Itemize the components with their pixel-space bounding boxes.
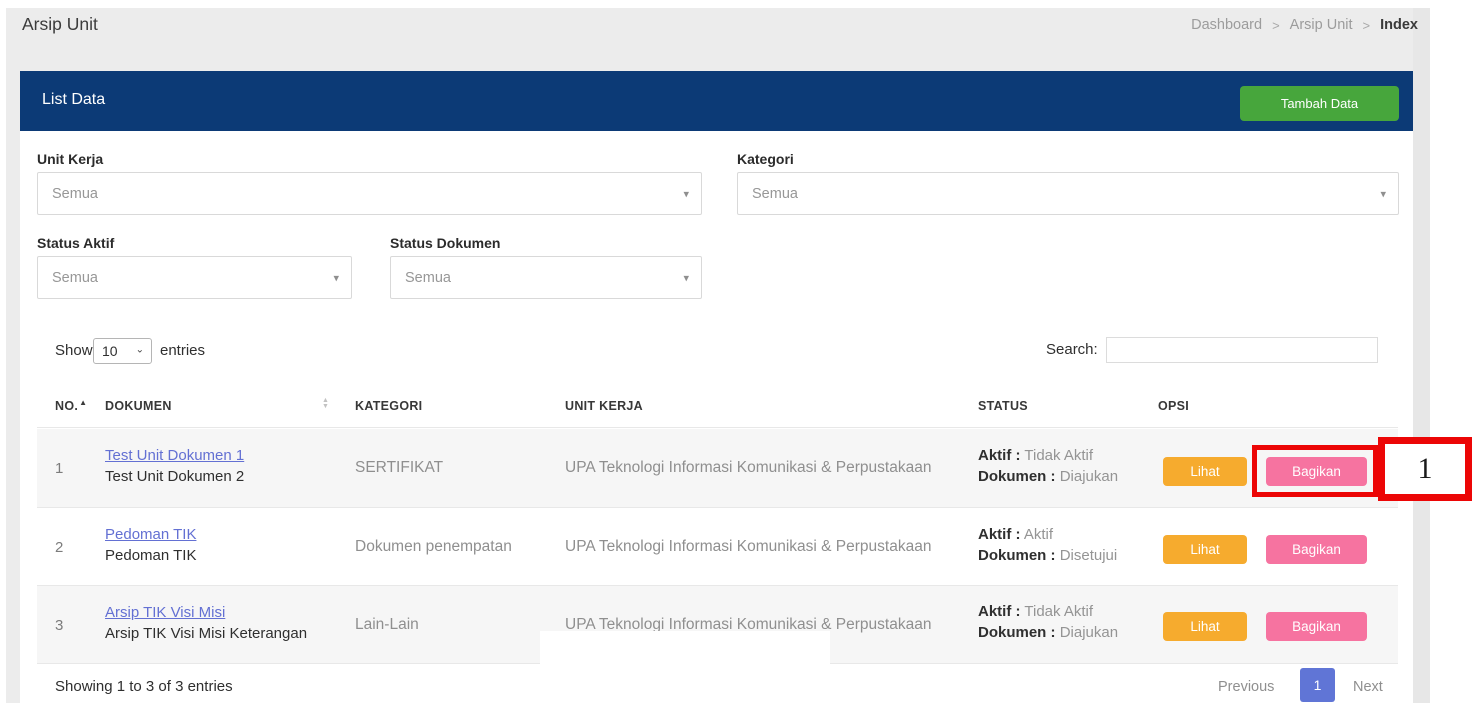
vertical-scrollbar[interactable] <box>1413 8 1430 703</box>
dokumen-link[interactable]: Pedoman TIK <box>105 526 196 543</box>
status-dokumen-select[interactable]: Semua ▾ <box>390 256 702 299</box>
dokumen-link[interactable]: Arsip TIK Visi Misi <box>105 604 225 621</box>
breadcrumb-arsip-unit[interactable]: Arsip Unit <box>1290 17 1353 33</box>
tambah-data-button[interactable]: Tambah Data <box>1240 86 1399 121</box>
status-aktif-label: Status Aktif <box>37 235 114 251</box>
page-length-select[interactable]: 10 ⌄ <box>93 338 152 364</box>
chevron-down-icon: ⌄ <box>136 344 144 355</box>
breadcrumb-index: Index <box>1380 17 1418 33</box>
dokumen-keterangan: Arsip TIK Visi Misi Keterangan <box>105 623 307 644</box>
pagination-page-1[interactable]: 1 <box>1300 668 1335 702</box>
card-title: List Data <box>42 91 105 109</box>
lihat-button[interactable]: Lihat <box>1163 457 1247 486</box>
sort-icon[interactable]: ▲ ▼ <box>322 398 329 410</box>
pagination-previous[interactable]: Previous <box>1218 679 1274 695</box>
unit-kerja-cell: UPA Teknologi Informasi Komunikasi & Per… <box>565 459 931 477</box>
dokumen-keterangan: Test Unit Dokumen 2 <box>105 466 244 487</box>
annotation-marker-1: 1 <box>1378 437 1472 501</box>
status-cell: Aktif : Tidak Aktif Dokumen : Diajukan <box>978 601 1118 643</box>
show-label: Show <box>55 342 93 359</box>
dropdown-arrow-icon: ▾ <box>333 271 339 284</box>
page: Arsip Unit Dashboard > Arsip Unit > Inde… <box>0 0 1478 712</box>
row-number: 3 <box>55 617 63 634</box>
sort-down-icon: ▼ <box>322 404 329 410</box>
lihat-button[interactable]: Lihat <box>1163 535 1247 564</box>
breadcrumb: Dashboard > Arsip Unit > Index <box>1191 17 1418 33</box>
kategori-cell: Lain-Lain <box>355 616 419 634</box>
page-title: Arsip Unit <box>22 14 98 35</box>
status-dokumen-value: Disetujui <box>1060 547 1118 564</box>
status-dokumen-label: Status Dokumen <box>390 235 500 251</box>
dropdown-arrow-icon: ▾ <box>683 187 689 200</box>
status-aktif-select[interactable]: Semua ▾ <box>37 256 352 299</box>
status-cell: Aktif : Aktif Dokumen : Disetujui <box>978 524 1117 566</box>
breadcrumb-separator: > <box>1363 18 1371 33</box>
row-number: 1 <box>55 460 63 477</box>
pagination-next[interactable]: Next <box>1353 679 1383 695</box>
dropdown-arrow-icon: ▾ <box>683 271 689 284</box>
column-header-opsi[interactable]: OPSI <box>1158 399 1189 413</box>
unit-kerja-select[interactable]: Semua ▾ <box>37 172 702 215</box>
breadcrumb-dashboard[interactable]: Dashboard <box>1191 17 1262 33</box>
bagikan-button[interactable]: Bagikan <box>1266 535 1367 564</box>
status-dokumen-value: Diajukan <box>1060 468 1118 485</box>
status-aktif-value: Tidak Aktif <box>1024 447 1093 464</box>
unit-kerja-selected-value: Semua <box>52 186 98 202</box>
status-dokumen-value: Diajukan <box>1060 624 1118 641</box>
page-length-value: 10 <box>102 343 118 359</box>
column-header-no[interactable]: NO.▲ <box>55 399 86 413</box>
status-aktif-value: Tidak Aktif <box>1024 603 1093 620</box>
table-row: 1 Test Unit Dokumen 1 Test Unit Dokumen … <box>37 429 1398 507</box>
bagikan-button[interactable]: Bagikan <box>1266 612 1367 641</box>
annotation-marker-number: 1 <box>1418 452 1433 486</box>
dokumen-cell: Test Unit Dokumen 1 Test Unit Dokumen 2 <box>105 445 244 487</box>
unit-kerja-label: Unit Kerja <box>37 151 103 167</box>
status-aktif-value: Aktif <box>1024 526 1053 543</box>
dokumen-keterangan: Pedoman TIK <box>105 545 196 566</box>
column-header-dokumen[interactable]: DOKUMEN <box>105 399 172 413</box>
dokumen-cell: Arsip TIK Visi Misi Arsip TIK Visi Misi … <box>105 602 307 644</box>
kategori-selected-value: Semua <box>752 186 798 202</box>
column-header-unit-kerja[interactable]: UNIT KERJA <box>565 399 643 413</box>
search-label: Search: <box>1046 341 1098 358</box>
status-aktif-selected-value: Semua <box>52 270 98 286</box>
dokumen-link[interactable]: Test Unit Dokumen 1 <box>105 447 244 464</box>
sort-asc-icon: ▲ <box>79 398 87 407</box>
dokumen-cell: Pedoman TIK Pedoman TIK <box>105 524 196 566</box>
search-input[interactable] <box>1106 337 1378 363</box>
status-dokumen-selected-value: Semua <box>405 270 451 286</box>
white-overlay-patch <box>540 631 830 672</box>
card-header <box>20 71 1413 131</box>
column-header-kategori[interactable]: KATEGORI <box>355 399 422 413</box>
dropdown-arrow-icon: ▾ <box>1380 187 1386 200</box>
kategori-cell: Dokumen penempatan <box>355 538 512 556</box>
breadcrumb-separator: > <box>1272 18 1280 33</box>
kategori-cell: SERTIFIKAT <box>355 459 443 477</box>
entries-label: entries <box>160 342 205 359</box>
kategori-select[interactable]: Semua ▾ <box>737 172 1399 215</box>
showing-entries-text: Showing 1 to 3 of 3 entries <box>55 678 233 695</box>
kategori-label: Kategori <box>737 151 794 167</box>
status-cell: Aktif : Tidak Aktif Dokumen : Diajukan <box>978 445 1118 487</box>
table-row: 2 Pedoman TIK Pedoman TIK Dokumen penemp… <box>37 508 1398 585</box>
row-number: 2 <box>55 539 63 556</box>
table-header-divider <box>37 427 1398 428</box>
column-header-status[interactable]: STATUS <box>978 399 1028 413</box>
annotation-highlight-box <box>1252 445 1378 497</box>
lihat-button[interactable]: Lihat <box>1163 612 1247 641</box>
unit-kerja-cell: UPA Teknologi Informasi Komunikasi & Per… <box>565 538 931 556</box>
